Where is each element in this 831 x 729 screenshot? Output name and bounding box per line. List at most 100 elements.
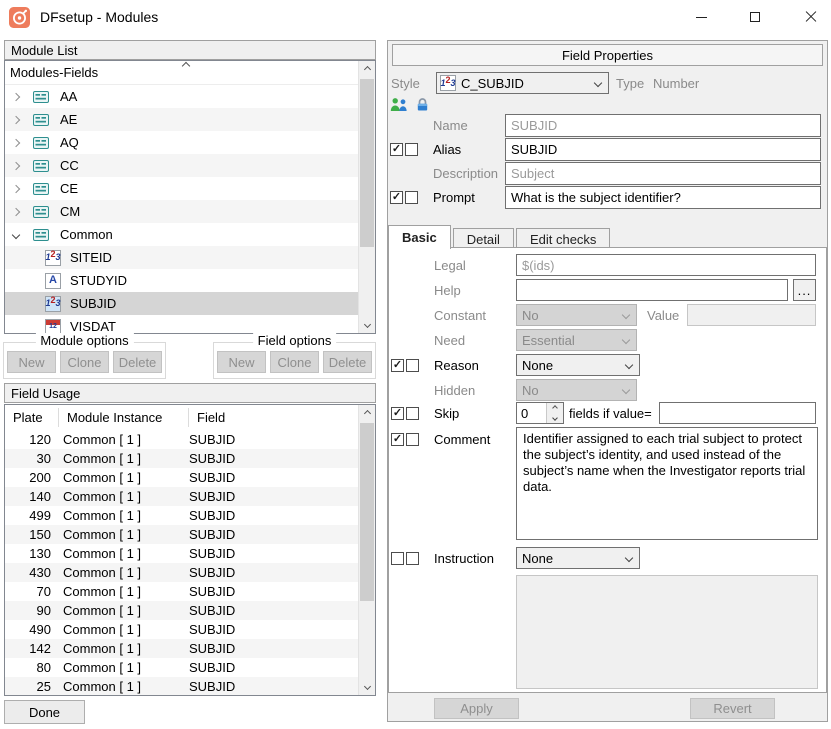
instruction-dropdown[interactable]: None xyxy=(516,547,640,569)
scroll-down-icon[interactable] xyxy=(359,678,375,695)
comment-textarea[interactable]: Identifier assigned to each trial subjec… xyxy=(516,427,818,540)
field-usage-row[interactable]: 130Common [ 1 ]SUBJID xyxy=(5,544,358,563)
field-delete-button[interactable]: Delete xyxy=(323,351,372,373)
field-usage-row[interactable]: 430Common [ 1 ]SUBJID xyxy=(5,563,358,582)
tree-scrollbar[interactable] xyxy=(358,61,375,333)
field-usage-row[interactable]: 90Common [ 1 ]SUBJID xyxy=(5,601,358,620)
table-scrollbar-thumb[interactable] xyxy=(360,423,374,601)
legal-input[interactable] xyxy=(516,254,816,276)
alias-input[interactable] xyxy=(505,138,821,161)
field-usage-row[interactable]: 142Common [ 1 ]SUBJID xyxy=(5,639,358,658)
help-browse-button[interactable]: ... xyxy=(793,279,816,301)
skip-count-input[interactable] xyxy=(517,403,545,423)
field-properties-panel: Field Properties Style 123 C_SUBJID Type… xyxy=(387,40,828,722)
chevron-right-icon[interactable] xyxy=(13,186,27,192)
description-input[interactable] xyxy=(505,162,821,185)
reason-dropdown[interactable]: None xyxy=(516,354,640,376)
maximize-button[interactable] xyxy=(732,0,778,34)
module-instance-cell: Common [ 1 ] xyxy=(51,508,181,523)
reason-checkbox-1[interactable] xyxy=(391,359,404,372)
skip-checkbox-2[interactable] xyxy=(406,407,419,420)
tree-item-CE[interactable]: CE xyxy=(5,177,358,200)
help-input[interactable] xyxy=(516,279,788,301)
chevron-right-icon[interactable] xyxy=(13,117,27,123)
scroll-down-icon[interactable] xyxy=(359,316,375,333)
column-header-field[interactable]: Field xyxy=(189,408,358,427)
skip-count-spinner[interactable] xyxy=(516,402,564,424)
module-new-button[interactable]: New xyxy=(7,351,56,373)
tree-item-CC[interactable]: CC xyxy=(5,154,358,177)
field-clone-button[interactable]: Clone xyxy=(270,351,319,373)
skip-checkbox-1[interactable] xyxy=(391,407,404,420)
field-usage-row[interactable]: 25Common [ 1 ]SUBJID xyxy=(5,677,358,695)
spin-up-icon[interactable] xyxy=(547,403,563,413)
tree-item-SUBJID[interactable]: 123SUBJID xyxy=(5,292,358,315)
tab-edit-checks[interactable]: Edit checks xyxy=(516,228,610,249)
prompt-checkbox-1[interactable] xyxy=(390,191,403,204)
revert-button[interactable]: Revert xyxy=(690,698,775,719)
alias-checkbox-2[interactable] xyxy=(405,143,418,156)
scroll-up-icon[interactable] xyxy=(359,405,375,422)
reason-checkbox-2[interactable] xyxy=(406,359,419,372)
prompt-checkbox-2[interactable] xyxy=(405,191,418,204)
field-new-button[interactable]: New xyxy=(217,351,266,373)
field-usage-row[interactable]: 30Common [ 1 ]SUBJID xyxy=(5,449,358,468)
lock-icon[interactable] xyxy=(415,97,430,115)
column-header-plate[interactable]: Plate xyxy=(5,408,59,427)
field-usage-row[interactable]: 150Common [ 1 ]SUBJID xyxy=(5,525,358,544)
chevron-down-icon xyxy=(594,79,602,87)
tree-item-AQ[interactable]: AQ xyxy=(5,131,358,154)
field-usage-row[interactable]: 140Common [ 1 ]SUBJID xyxy=(5,487,358,506)
chevron-down-icon[interactable] xyxy=(13,232,27,238)
chevron-right-icon[interactable] xyxy=(13,140,27,146)
tree-item-AA[interactable]: AA xyxy=(5,85,358,108)
constant-value-input[interactable] xyxy=(687,304,816,326)
chevron-right-icon[interactable] xyxy=(13,209,27,215)
instruction-checkbox-2[interactable] xyxy=(406,552,419,565)
tree-item-SITEID[interactable]: 123SITEID xyxy=(5,246,358,269)
tree-item-CM[interactable]: CM xyxy=(5,200,358,223)
need-dropdown[interactable]: Essential xyxy=(516,329,637,351)
tree-item-VISDAT[interactable]: 12VISDAT xyxy=(5,315,358,333)
tree-item-Common[interactable]: Common xyxy=(5,223,358,246)
constant-dropdown[interactable]: No xyxy=(516,304,637,326)
apply-button[interactable]: Apply xyxy=(434,698,519,719)
field-usage-row[interactable]: 70Common [ 1 ]SUBJID xyxy=(5,582,358,601)
chevron-right-icon[interactable] xyxy=(13,163,27,169)
scroll-up-icon[interactable] xyxy=(359,61,375,78)
table-scrollbar[interactable] xyxy=(358,405,375,695)
field-usage-row[interactable]: 200Common [ 1 ]SUBJID xyxy=(5,468,358,487)
module-tree-column-header[interactable]: Modules-Fields xyxy=(5,61,375,85)
instruction-checkbox-1[interactable] xyxy=(391,552,404,565)
prompt-input[interactable] xyxy=(505,186,821,209)
name-input[interactable] xyxy=(505,114,821,137)
module-tree: Modules-Fields AAAEAQCCCECMCommon123SITE… xyxy=(4,60,376,334)
comment-checkbox-2[interactable] xyxy=(406,433,419,446)
spin-down-icon[interactable] xyxy=(547,413,563,423)
instruction-textarea[interactable] xyxy=(516,575,818,689)
tab-basic[interactable]: Basic xyxy=(388,225,451,249)
legal-label: Legal xyxy=(421,258,501,273)
done-button[interactable]: Done xyxy=(4,700,85,724)
tree-item-STUDYID[interactable]: ASTUDYID xyxy=(5,269,358,292)
tab-detail[interactable]: Detail xyxy=(453,228,514,249)
alias-checkbox-1[interactable] xyxy=(390,143,403,156)
tree-scrollbar-thumb[interactable] xyxy=(360,79,374,247)
group-icon[interactable] xyxy=(390,97,409,115)
skip-value-input[interactable] xyxy=(659,402,816,424)
minimize-button[interactable] xyxy=(678,0,724,34)
type-value: Number xyxy=(653,76,699,91)
hidden-dropdown[interactable]: No xyxy=(516,379,637,401)
module-delete-button[interactable]: Delete xyxy=(113,351,162,373)
close-button[interactable] xyxy=(788,0,831,34)
field-usage-row[interactable]: 80Common [ 1 ]SUBJID xyxy=(5,658,358,677)
tree-item-AE[interactable]: AE xyxy=(5,108,358,131)
column-header-module-instance[interactable]: Module Instance xyxy=(59,408,189,427)
field-usage-row[interactable]: 499Common [ 1 ]SUBJID xyxy=(5,506,358,525)
comment-checkbox-1[interactable] xyxy=(391,433,404,446)
module-clone-button[interactable]: Clone xyxy=(60,351,109,373)
style-dropdown[interactable]: 123 C_SUBJID xyxy=(436,72,609,94)
field-usage-row[interactable]: 120Common [ 1 ]SUBJID xyxy=(5,430,358,449)
chevron-right-icon[interactable] xyxy=(13,94,27,100)
field-usage-row[interactable]: 490Common [ 1 ]SUBJID xyxy=(5,620,358,639)
